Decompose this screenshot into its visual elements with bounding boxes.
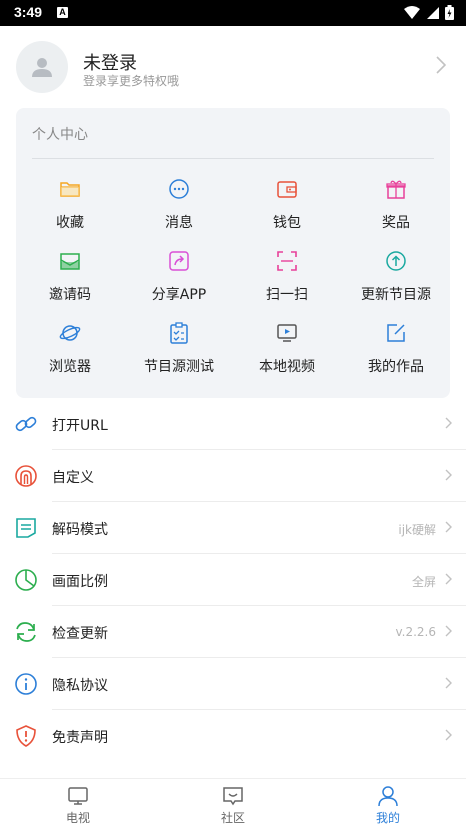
settings-row-custom[interactable]: 自定义 <box>0 450 466 502</box>
avatar[interactable] <box>16 41 68 93</box>
chat-bubble-icon <box>169 179 189 199</box>
person-icon <box>378 786 398 807</box>
tab-community[interactable]: 社区 <box>203 783 263 827</box>
wallet-icon <box>277 181 297 198</box>
upload-circle-icon <box>386 251 406 271</box>
tab-label: 电视 <box>65 811 90 825</box>
settings-value: v.2.2.6 <box>395 625 436 639</box>
tv-icon <box>68 787 88 805</box>
planet-icon <box>59 325 81 341</box>
grid-item-favorites[interactable]: 收藏 <box>16 170 124 240</box>
tab-tv[interactable]: 电视 <box>48 783 108 827</box>
community-chat-icon <box>223 787 243 806</box>
gift-icon <box>386 180 406 199</box>
invite-envelope-icon <box>60 253 80 270</box>
wifi-icon <box>404 5 420 19</box>
grid-item-label: 本地视频 <box>259 359 315 375</box>
grid-item-label: 节目源测试 <box>144 359 214 375</box>
grid-item-label: 邀请码 <box>49 287 91 303</box>
grid-item-label: 分享APP <box>151 287 207 303</box>
grid-item-label: 更新节目源 <box>361 287 431 303</box>
profile-header[interactable]: 未登录 登录享更多特权哦 <box>0 26 466 108</box>
personal-center-card: 个人中心 收藏 消息 钱包 奖品 邀请码 分享APP 扫一扫 更新节目源 浏览器… <box>16 108 450 398</box>
shield-warning-icon <box>16 725 36 747</box>
chevron-right-icon <box>445 417 452 429</box>
bottom-tab-bar: 电视 社区 我的 <box>0 778 466 828</box>
grid-item-messages[interactable]: 消息 <box>125 170 233 240</box>
grid-item-share-app[interactable]: 分享APP <box>125 242 233 312</box>
decode-doc-icon <box>16 518 36 538</box>
grid-item-scan[interactable]: 扫一扫 <box>233 242 341 312</box>
tab-label: 我的 <box>375 811 400 825</box>
notification-a-icon: A <box>57 7 68 18</box>
default-avatar-icon <box>32 58 52 77</box>
settings-row-check-update[interactable]: 检查更新 v.2.2.6 <box>0 606 466 658</box>
grid-item-browser[interactable]: 浏览器 <box>16 314 124 384</box>
chevron-right-icon[interactable] <box>436 56 446 74</box>
grid-item-source-test[interactable]: 节目源测试 <box>125 314 233 384</box>
grid-item-label: 浏览器 <box>49 359 91 375</box>
grid-item-label: 钱包 <box>273 215 301 231</box>
chevron-right-icon <box>445 469 452 481</box>
grid-item-label: 消息 <box>165 215 193 231</box>
status-bar: 3:49 A <box>0 0 466 26</box>
personal-center-title: 个人中心 <box>32 127 88 143</box>
settings-label: 解码模式 <box>52 522 108 538</box>
settings-label: 隐私协议 <box>52 678 108 694</box>
divider <box>32 158 434 159</box>
clipboard-check-icon <box>170 322 188 344</box>
settings-label: 自定义 <box>52 470 94 486</box>
grid-item-label: 收藏 <box>56 215 84 231</box>
custom-arch-icon <box>15 465 37 487</box>
grid-item-label: 我的作品 <box>368 359 424 375</box>
battery-icon <box>445 5 454 20</box>
settings-label: 画面比例 <box>52 574 108 590</box>
refresh-icon <box>16 622 36 642</box>
settings-row-privacy[interactable]: 隐私协议 <box>0 658 466 710</box>
settings-row-disclaimer[interactable]: 免责声明 <box>0 710 466 762</box>
grid-item-label: 扫一扫 <box>266 287 308 303</box>
tab-mine[interactable]: 我的 <box>358 783 418 827</box>
chevron-right-icon <box>445 573 452 585</box>
grid-item-update-source[interactable]: 更新节目源 <box>342 242 450 312</box>
link-icon <box>15 416 37 432</box>
grid-item-label: 奖品 <box>382 215 410 231</box>
chevron-right-icon <box>445 729 452 741</box>
signal-icon <box>427 6 439 19</box>
video-screen-icon <box>277 324 297 342</box>
grid-item-prizes[interactable]: 奖品 <box>342 170 450 240</box>
scan-icon <box>277 251 297 271</box>
status-time: 3:49 <box>14 4 43 20</box>
privacy-info-icon <box>15 673 37 695</box>
grid-item-local-video[interactable]: 本地视频 <box>233 314 341 384</box>
chevron-right-icon <box>445 521 452 533</box>
grid-item-my-works[interactable]: 我的作品 <box>342 314 450 384</box>
pie-chart-icon <box>15 569 37 591</box>
settings-value: ijk硬解 <box>398 523 436 537</box>
grid-item-wallet[interactable]: 钱包 <box>233 170 341 240</box>
settings-label: 免责声明 <box>52 730 108 746</box>
grid-item-invite-code[interactable]: 邀请码 <box>16 242 124 312</box>
tab-label: 社区 <box>220 811 245 825</box>
settings-row-open-url[interactable]: 打开URL <box>0 398 466 450</box>
edit-square-icon <box>387 324 405 342</box>
settings-label: 打开URL <box>52 418 108 434</box>
chevron-right-icon <box>445 677 452 689</box>
settings-row-decode-mode[interactable]: 解码模式 ijk硬解 <box>0 502 466 554</box>
settings-value: 全屏 <box>411 575 436 589</box>
chevron-right-icon <box>445 625 452 637</box>
settings-row-aspect-ratio[interactable]: 画面比例 全屏 <box>0 554 466 606</box>
share-icon <box>169 251 189 271</box>
folder-icon <box>60 182 80 197</box>
settings-label: 检查更新 <box>52 626 108 642</box>
profile-subtitle: 登录享更多特权哦 <box>83 74 180 88</box>
